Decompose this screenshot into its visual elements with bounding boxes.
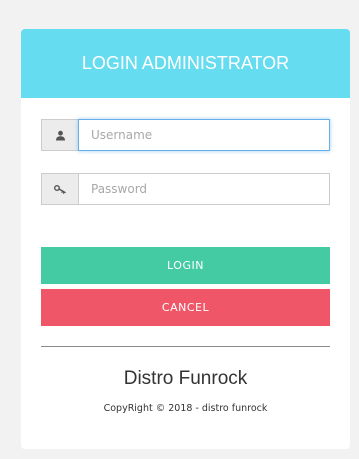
password-field-group	[41, 173, 330, 205]
login-button[interactable]: LOGIN	[41, 247, 330, 284]
login-card: LOGIN ADMINISTRATOR LOGIN CANCEL Distro …	[21, 29, 350, 449]
card-header: LOGIN ADMINISTRATOR	[21, 29, 350, 98]
password-input[interactable]	[78, 173, 330, 205]
brand-name: Distro Funrock	[123, 368, 248, 389]
user-icon	[41, 119, 78, 151]
key-icon	[41, 173, 78, 205]
copyright-text: CopyRight © 2018 - distro funrock	[103, 403, 268, 414]
username-input[interactable]	[78, 119, 330, 151]
divider	[41, 346, 330, 347]
cancel-button[interactable]: CANCEL	[41, 289, 330, 326]
page-title: LOGIN ADMINISTRATOR	[81, 53, 290, 73]
username-field-group	[41, 119, 330, 151]
